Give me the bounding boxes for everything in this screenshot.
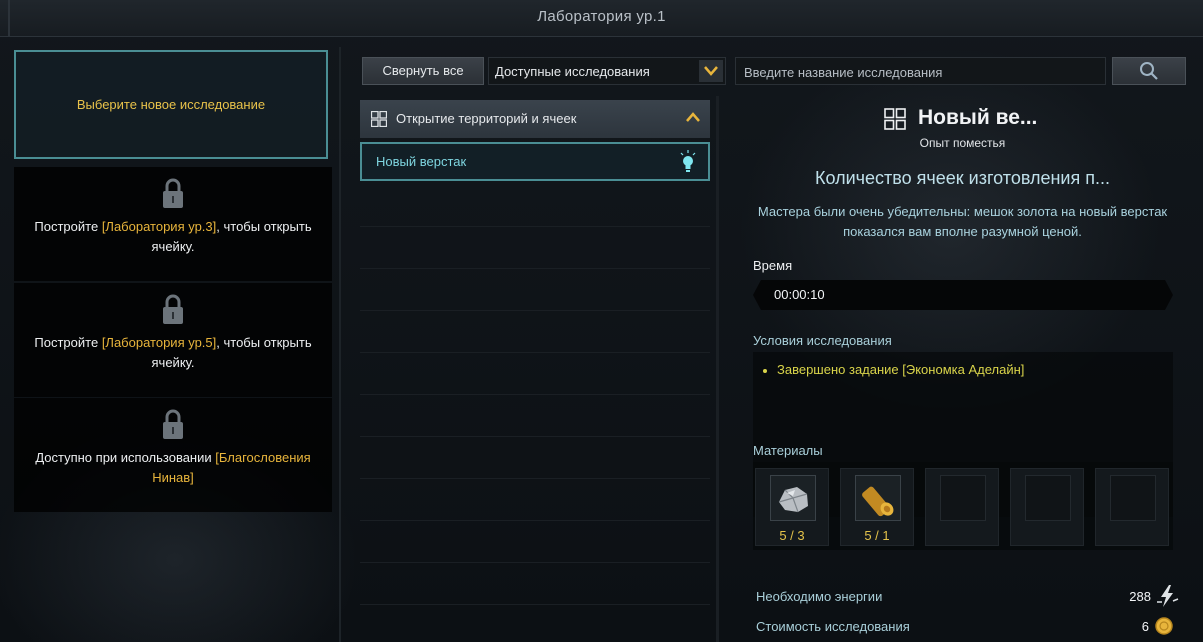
materials-label: Материалы [753,443,823,458]
chevron-up-icon[interactable] [686,112,700,122]
slot-text-line2: ячейку. [151,355,195,370]
condition-text: Завершено задание [Экономка Аделайн] [777,362,1025,377]
research-slot-locked: Постройте [Лаборатория ур.5], чтобы откр… [14,283,332,397]
research-list: Открытие территорий и ячеек Новый верста… [360,96,719,642]
material-slot-empty [925,468,999,546]
search-icon [1140,62,1158,80]
slot-active-label: Выберите новое исследование [76,97,266,112]
empty-slot [1025,475,1071,521]
cost-label: Стоимость исследования [756,619,910,634]
energy-label: Необходимо энергии [756,589,883,604]
slot-building-link[interactable]: [Лаборатория ур.5] [102,335,216,350]
lightbulb-icon [680,150,696,172]
grid-icon [884,108,906,130]
gold-coin-icon [1155,617,1173,635]
energy-icon [1157,585,1179,607]
row-divider [360,310,710,311]
time-value: 00:00:10 [774,287,825,302]
search-input[interactable] [742,61,1101,83]
bullet-icon [763,368,767,373]
slot-locked-text: Доступно при использовании [Благословени… [22,448,324,488]
row-divider [360,562,710,563]
collapse-all-button[interactable]: Свернуть все [362,57,484,85]
conditions-label: Условия исследования [753,333,892,348]
lock-icon [163,294,183,324]
slot-text-prefix: Постройте [34,335,102,350]
research-slot-locked: Доступно при использовании [Благословени… [14,398,332,512]
slot-blessing-link[interactable]: [Благословения [215,450,310,465]
description-line: показался вам вполне разумной ценой. [843,224,1082,239]
material-count: 5 / 3 [779,528,805,543]
material-slot[interactable]: 5 / 1 [840,468,914,546]
material-slot[interactable]: 5 / 3 [755,468,829,546]
list-item-label: Новый верстак [376,154,467,169]
material-slot-empty [1095,468,1169,546]
slot-text-prefix: Постройте [34,219,102,234]
empty-slot [940,475,986,521]
time-bar: 00:00:10 [753,280,1173,310]
slot-text-suffix: , чтобы открыть [216,219,312,234]
research-slot-active[interactable]: Выберите новое исследование [14,50,328,159]
research-detail: Новый ве... Опыт поместья Количество яче… [740,96,1185,642]
title-bar: Лаборатория ур.1 [0,0,1203,37]
description-line: Мастера были очень убедительны: мешок зо… [757,204,1168,219]
row-divider [360,394,710,395]
row-divider [360,436,710,437]
lock-icon [163,178,183,208]
row-divider [360,520,710,521]
material-slot-empty [1010,468,1084,546]
energy-value: 288 [1129,589,1151,604]
row-divider [360,268,710,269]
panel-divider [716,96,719,642]
slot-text-suffix: , чтобы открыть [216,335,312,350]
slot-text-line2[interactable]: Нинав] [152,470,194,485]
slot-locked-text: Постройте [Лаборатория ур.5], чтобы откр… [22,333,324,373]
slot-locked-text: Постройте [Лаборатория ур.3], чтобы откр… [22,217,324,257]
research-name: Новый ве... [918,106,1038,129]
condition-item: Завершено задание [Экономка Аделайн] [763,362,1024,377]
category-label: Открытие территорий и ячеек [396,111,577,126]
research-slot-locked: Постройте [Лаборатория ур.3], чтобы откр… [14,167,332,281]
time-label: Время [753,258,793,273]
search-field[interactable] [735,57,1106,85]
research-heading: Количество ячеек изготовления п... [815,168,1110,188]
material-count: 5 / 1 [864,528,890,543]
row-divider [360,604,710,605]
row-divider [360,352,710,353]
category-header[interactable]: Открытие территорий и ячеек [360,100,710,138]
slot-text-line2: ячейку. [151,239,195,254]
research-filter-select[interactable]: Доступные исследования [488,57,726,85]
materials-box: 5 / 3 5 / 1 [753,462,1173,550]
slot-text-prefix: Доступно при использовании [35,450,216,465]
empty-slot [1110,475,1156,521]
grid-icon [371,111,387,127]
row-divider [360,478,710,479]
research-description: Мастера были очень убедительны: мешок зо… [748,202,1177,242]
research-category: Опыт поместья [919,136,1006,150]
lock-icon [163,409,183,439]
panel-divider [339,47,341,642]
chevron-down-icon[interactable] [699,60,723,82]
slot-building-link[interactable]: [Лаборатория ур.3] [102,219,216,234]
window-title: Лаборатория ур.1 [537,8,666,25]
row-divider [360,226,710,227]
ore-icon [770,475,816,521]
search-button[interactable] [1112,57,1186,85]
timber-icon [855,475,901,521]
list-item[interactable]: Новый верстак [360,142,710,181]
filter-selected-value: Доступные исследования [495,64,650,79]
research-slots-panel: Выберите новое исследование Постройте [Л… [0,37,345,642]
cost-value: 6 [1141,619,1149,634]
